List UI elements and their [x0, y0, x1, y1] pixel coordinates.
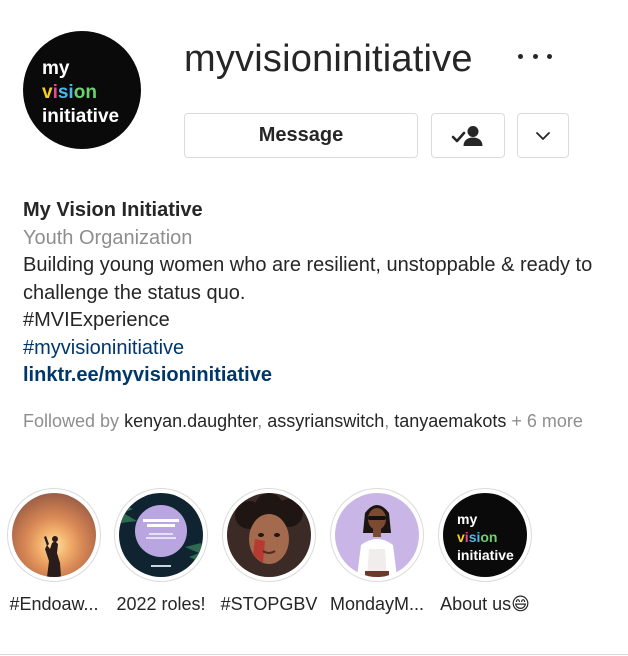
bio-description: Building young women who are resilient, …	[23, 254, 593, 304]
follower-username[interactable]: tanyaemakots	[394, 411, 506, 431]
highlight-image	[12, 493, 96, 577]
profile-username: myvisioninitiative	[184, 38, 473, 80]
story-highlight[interactable]: #Endoaw...	[7, 488, 101, 614]
profile-full-name: My Vision Initiative	[23, 199, 203, 221]
highlight-image	[227, 493, 311, 577]
dot-icon	[547, 53, 552, 59]
bio-hashtag: #MVIExperience	[23, 309, 170, 331]
roles-graphic-icon	[119, 493, 203, 567]
following-person-check-icon	[451, 125, 483, 146]
followed-by-more[interactable]: + 6 more	[511, 411, 583, 431]
message-button[interactable]: Message	[184, 113, 418, 158]
logo-line-3: initiative	[457, 547, 514, 563]
logo-line-2: vision	[457, 529, 498, 545]
highlight-image: my vision initiative	[443, 493, 527, 577]
bio-website-link[interactable]: linktr.ee/myvisioninitiative	[23, 362, 613, 390]
logo-line-3: initiative	[42, 106, 120, 127]
portrait-graphic-icon	[235, 493, 303, 564]
follower-username[interactable]: kenyan.daughter	[124, 411, 257, 431]
suggested-accounts-button[interactable]	[517, 113, 569, 158]
divider	[0, 654, 628, 655]
silhouette-figure-icon	[44, 536, 61, 577]
followed-by[interactable]: Followed by kenyan.daughter, assyrianswi…	[23, 409, 613, 434]
highlight-image	[119, 493, 203, 577]
following-button[interactable]	[431, 113, 505, 158]
followed-by-prefix: Followed by	[23, 411, 120, 431]
highlight-ring	[7, 488, 101, 582]
more-options-button[interactable]	[518, 44, 552, 68]
logo-line-1: my	[457, 511, 478, 527]
highlight-label: MondayM...	[329, 594, 425, 614]
profile-bio: My Vision Initiative Youth Organization …	[23, 197, 613, 390]
separator: ,	[384, 411, 395, 431]
dot-icon	[518, 53, 523, 59]
logo-line-2: vision	[42, 82, 97, 103]
highlight-label: About us😄	[440, 594, 530, 614]
highlight-logo-text: my vision initiative	[457, 510, 514, 564]
highlight-label: 2022 roles!	[116, 594, 206, 614]
dot-icon	[532, 53, 538, 59]
story-highlight[interactable]: MondayM...	[330, 488, 424, 614]
highlight-image	[335, 493, 419, 577]
chevron-down-icon	[536, 131, 550, 140]
avatar-logo-text: my vision initiative	[42, 57, 119, 129]
highlight-ring: my vision initiative	[438, 488, 532, 582]
highlight-label: #STOPGBV	[220, 594, 318, 614]
story-highlight[interactable]: 2022 roles!	[114, 488, 208, 614]
profile-category: Youth Organization	[23, 226, 193, 249]
separator: ,	[257, 411, 268, 431]
profile-avatar[interactable]: my vision initiative	[23, 31, 141, 149]
highlight-ring	[222, 488, 316, 582]
highlight-ring	[114, 488, 208, 582]
follower-username[interactable]: assyrianswitch	[267, 411, 384, 431]
bio-hashtag-link[interactable]: #myvisioninitiative	[23, 335, 613, 363]
logo-line-1: my	[42, 58, 70, 79]
highlight-ring	[330, 488, 424, 582]
highlight-label: #Endoaw...	[9, 594, 99, 614]
story-highlight[interactable]: my vision initiative About us😄	[438, 488, 532, 614]
story-highlight[interactable]: #STOPGBV	[221, 488, 317, 614]
illustration-woman-icon	[357, 505, 397, 577]
